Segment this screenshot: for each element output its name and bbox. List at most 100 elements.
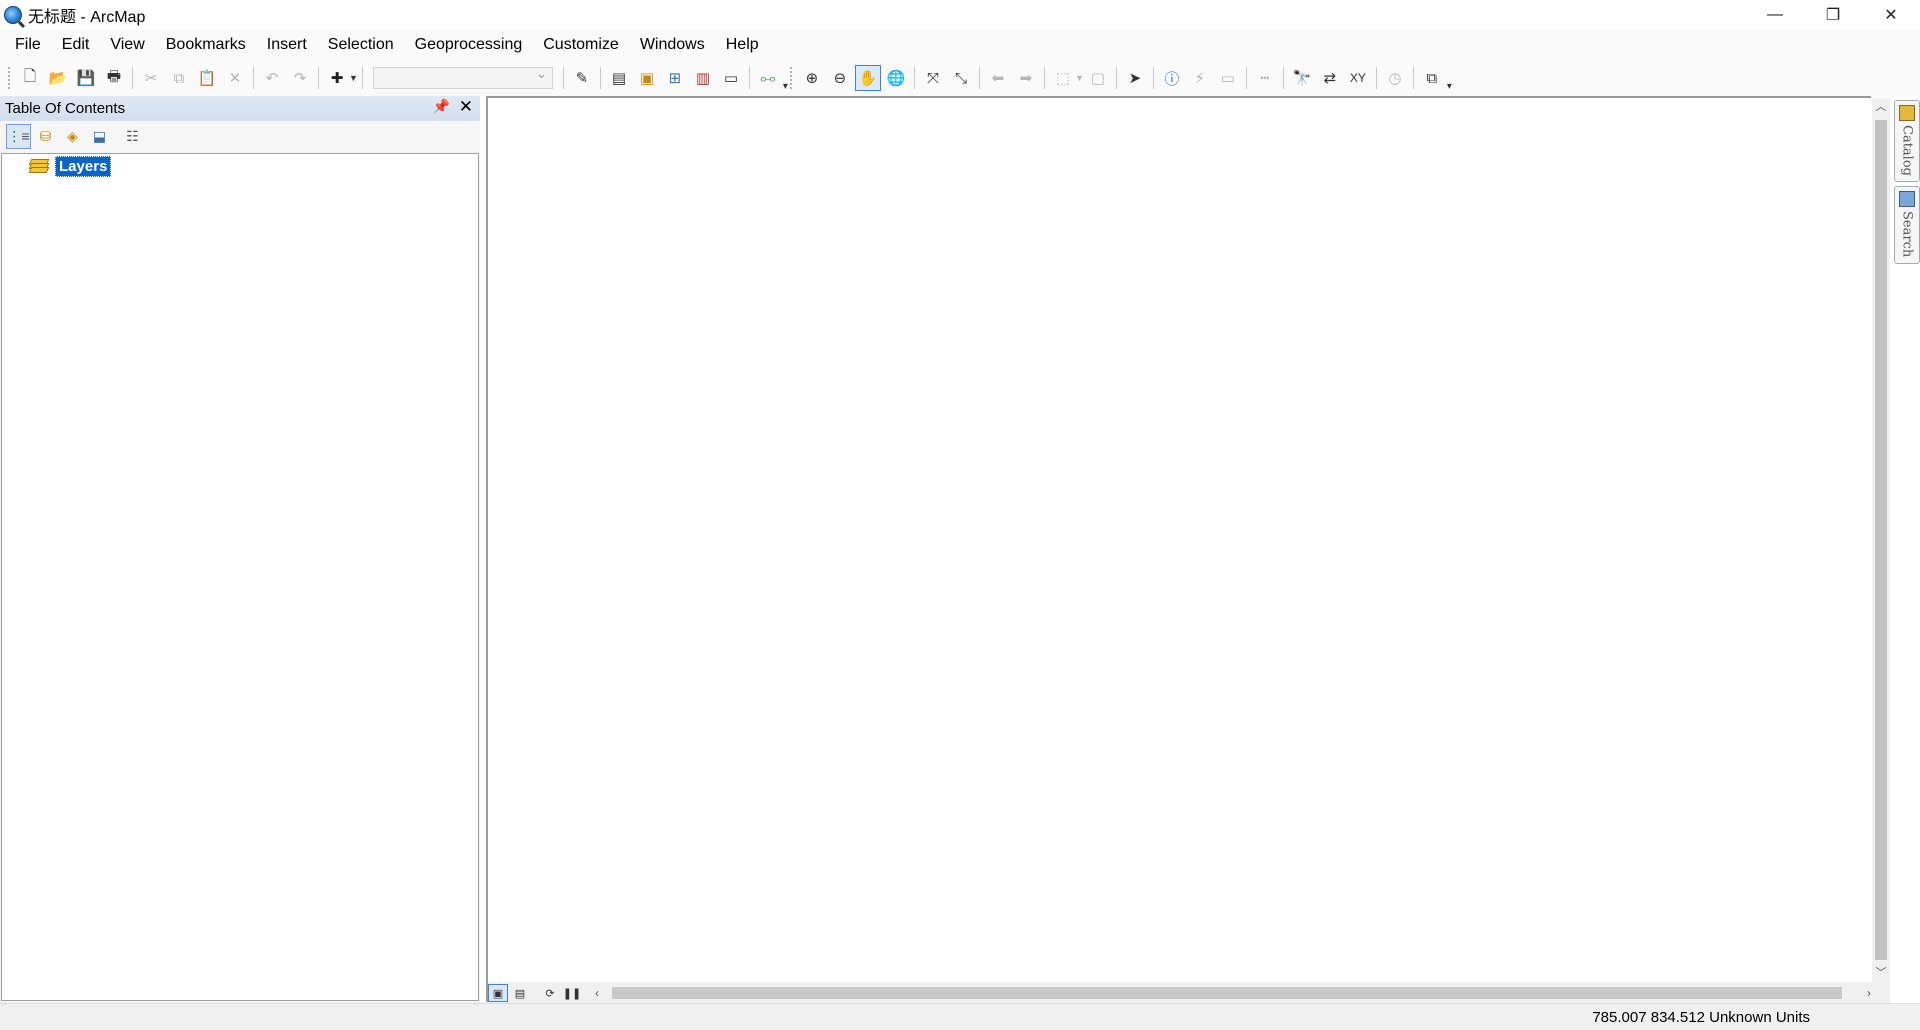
clear-selection-icon[interactable]: ▢	[1085, 65, 1111, 91]
select-elements-icon[interactable]: ➤	[1122, 65, 1148, 91]
model-builder-icon[interactable]: ⧟	[755, 65, 781, 91]
window-controls: — ❐ ✕	[1746, 0, 1920, 30]
catalog-tab-label: Catalog	[1899, 125, 1915, 176]
pan-icon[interactable]: ✋	[854, 65, 881, 91]
find-route-icon[interactable]: ⇄	[1317, 65, 1343, 91]
add-data-icon[interactable]: ✚	[324, 65, 350, 91]
delete-icon[interactable]: ✕	[222, 65, 248, 91]
menu-bookmarks[interactable]: Bookmarks	[157, 30, 255, 60]
toolbar-separator	[361, 67, 363, 89]
toolbar-grip[interactable]	[789, 67, 794, 89]
new-document-icon[interactable]: 🗋	[17, 65, 43, 91]
pin-icon[interactable]: 📌	[433, 98, 450, 115]
scroll-right-icon[interactable]: ›	[1860, 984, 1878, 1002]
layers-label[interactable]: Layers	[55, 155, 112, 177]
open-folder-icon[interactable]: 📂	[45, 65, 71, 91]
search-tab-label: Search	[1899, 211, 1915, 258]
add-data-dropdown-icon[interactable]: ▼	[349, 73, 358, 83]
save-icon[interactable]: 💾	[73, 65, 99, 91]
create-viewer-window-icon[interactable]: ⧉	[1419, 65, 1445, 91]
back-extent-icon[interactable]: ⬅	[985, 65, 1011, 91]
menu-insert[interactable]: Insert	[258, 30, 316, 60]
menu-file[interactable]: File	[6, 30, 50, 60]
copy-icon[interactable]: ⧉	[166, 65, 192, 91]
window-title: 无标题 - ArcMap	[28, 9, 146, 26]
data-frame-layers[interactable]: Layers	[28, 154, 112, 178]
horizontal-scroll-thumb[interactable]	[612, 987, 1842, 999]
scroll-up-icon[interactable]: ︿	[1872, 98, 1890, 116]
find-icon[interactable]: 🔭	[1289, 65, 1315, 91]
menu-selection[interactable]: Selection	[319, 30, 403, 60]
identify-icon[interactable]: ⓘ	[1159, 65, 1185, 91]
toc-tree[interactable]: Layers	[1, 153, 479, 1001]
menu-view[interactable]: View	[101, 30, 153, 60]
paste-icon[interactable]: 📋	[194, 65, 220, 91]
vertical-scroll-thumb[interactable]	[1875, 120, 1887, 960]
table-of-contents-icon[interactable]: ▤	[606, 65, 632, 91]
restore-button[interactable]: ❐	[1804, 0, 1862, 30]
undo-icon[interactable]: ↶	[259, 65, 285, 91]
toc-title: Table Of Contents	[5, 100, 126, 117]
scroll-down-icon[interactable]: ﹀	[1872, 964, 1890, 982]
layers-icon	[28, 158, 50, 174]
title-bar: 无标题 - ArcMap — ❐ ✕	[0, 0, 1920, 30]
html-popup-icon[interactable]: ▭	[1215, 65, 1241, 91]
measure-icon[interactable]: ┅	[1252, 65, 1278, 91]
menu-edit[interactable]: Edit	[53, 30, 99, 60]
table-of-contents-panel: Table Of Contents 📌 ✕ ⋮≡ ⛁ ◈ ⬓ ☷ Layers	[0, 96, 480, 1003]
minimize-button[interactable]: —	[1746, 0, 1804, 30]
go-to-xy-icon[interactable]: XY	[1345, 65, 1371, 91]
pause-drawing-icon[interactable]: ❚❚	[562, 984, 582, 1002]
catalog-tab[interactable]: Catalog	[1894, 100, 1920, 182]
data-view-icon[interactable]: ▣	[488, 984, 508, 1002]
fixed-zoom-out-icon[interactable]: ⤡	[948, 65, 974, 91]
close-button[interactable]: ✕	[1862, 0, 1920, 30]
toc-options-icon[interactable]: ☷	[120, 124, 145, 149]
toc-close-icon[interactable]: ✕	[459, 97, 473, 117]
cut-icon[interactable]: ✂	[138, 65, 164, 91]
map-canvas[interactable]	[488, 98, 1868, 982]
search-window-icon[interactable]: ⊞	[662, 65, 688, 91]
python-window-icon[interactable]: ▭	[718, 65, 744, 91]
list-by-selection-icon[interactable]: ⬓	[87, 124, 112, 149]
select-features-dropdown-icon[interactable]: ▼	[1075, 73, 1084, 83]
list-by-source-icon[interactable]: ⛁	[33, 124, 58, 149]
map-scale-combo[interactable]	[372, 66, 553, 89]
menu-help[interactable]: Help	[717, 30, 768, 60]
zoom-in-icon[interactable]: ⊕	[799, 65, 825, 91]
forward-extent-icon[interactable]: ➡	[1013, 65, 1039, 91]
toolbar-options-icon[interactable]: ▾	[783, 81, 788, 92]
toolbar-separator	[1152, 67, 1154, 89]
vertical-scrollbar[interactable]: ︿ ﹀	[1872, 98, 1890, 982]
fixed-zoom-in-icon[interactable]: ⤧	[920, 65, 946, 91]
menu-windows[interactable]: Windows	[631, 30, 714, 60]
editor-toolbar-icon[interactable]: ✎	[569, 65, 595, 91]
arctoolbox-icon[interactable]: ▥	[690, 65, 716, 91]
zoom-out-icon[interactable]: ⊖	[827, 65, 853, 91]
redo-icon[interactable]: ↷	[287, 65, 313, 91]
time-slider-icon[interactable]: ◷	[1382, 65, 1408, 91]
toolbar-separator	[1412, 67, 1414, 89]
list-by-visibility-icon[interactable]: ◈	[60, 124, 85, 149]
toolbar-separator	[748, 67, 750, 89]
list-by-drawing-order-icon[interactable]: ⋮≡	[6, 123, 31, 149]
scroll-left-icon[interactable]: ‹	[588, 984, 606, 1002]
menu-customize[interactable]: Customize	[534, 30, 628, 60]
hyperlink-icon[interactable]: ⚡	[1187, 65, 1213, 91]
toolbar-separator	[913, 67, 915, 89]
toc-toolbar: ⋮≡ ⛁ ◈ ⬓ ☷	[0, 121, 480, 151]
toolbar-separator	[1282, 67, 1284, 89]
select-features-icon[interactable]: ⬚	[1050, 65, 1076, 91]
catalog-window-icon[interactable]: ▣	[634, 65, 660, 91]
menu-geoprocessing[interactable]: Geoprocessing	[406, 30, 532, 60]
layout-view-icon[interactable]: ▤	[510, 984, 530, 1002]
toolbar-grip[interactable]	[8, 67, 12, 89]
horizontal-scrollbar[interactable]: ‹ ›	[588, 984, 1878, 1002]
search-tab[interactable]: Search	[1894, 186, 1920, 264]
arcmap-app-icon[interactable]	[4, 6, 22, 24]
toolbar-separator	[562, 67, 564, 89]
toolbar-options-icon[interactable]: ▾	[1447, 81, 1452, 92]
refresh-view-icon[interactable]: ⟳	[540, 984, 560, 1002]
full-extent-icon[interactable]: 🌐	[883, 65, 909, 91]
print-icon[interactable]: 🖶	[101, 65, 127, 91]
